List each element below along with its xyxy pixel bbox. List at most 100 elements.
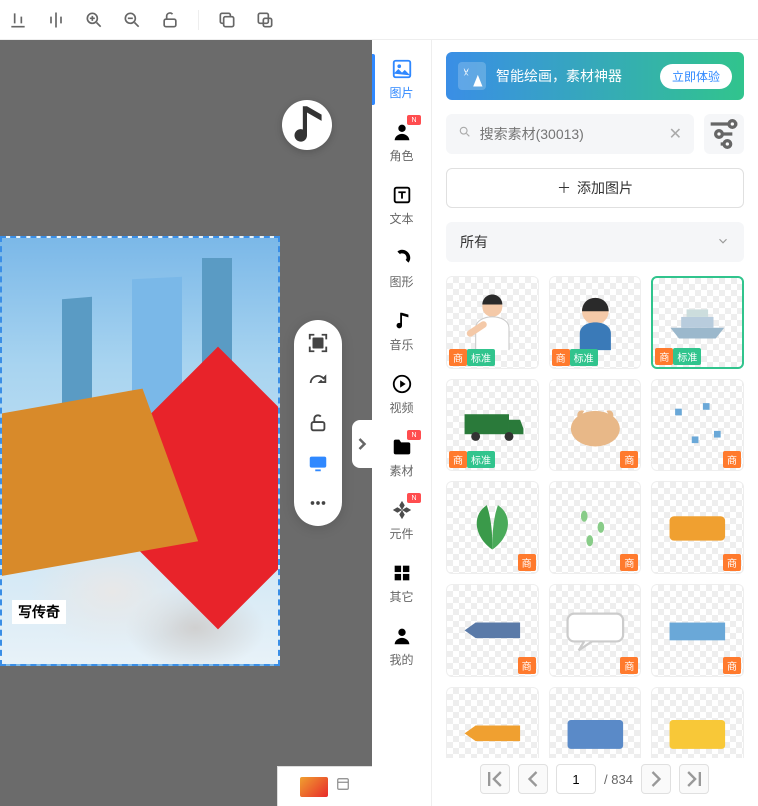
tag-com: 商 [620,451,638,468]
asset-panel: 智能绘画，素材神器 立即体验 ✕ ＋ 添加图片 所有 商标准商标准商标准商标准商… [432,40,758,806]
nav-item-person[interactable]: 角色N [372,111,431,174]
canvas-image[interactable]: 写传奇 [0,236,280,666]
asset-thumb-leaves [459,494,526,561]
asset-card[interactable]: 商标准 [446,276,539,369]
nav-label: 图片 [389,84,413,101]
prev-page-button[interactable] [518,764,548,794]
asset-card[interactable]: 商 [651,481,744,574]
nav-item-music[interactable]: 音乐 [372,300,431,363]
tag-row: 商 [723,554,741,571]
category-select[interactable]: 所有 [446,222,744,262]
nav-label: 图形 [389,273,413,290]
tag-row: 商 [518,554,536,571]
tag-row: 商 [723,451,741,468]
zoom-out-icon[interactable] [122,10,142,30]
panel-icon[interactable] [336,777,350,796]
search-box: ✕ [446,114,694,154]
nav-item-component[interactable]: 元件 N [372,489,431,552]
canvas-area[interactable]: 写传奇 [0,40,372,806]
bottom-thumbnail-bar [277,766,372,806]
asset-card[interactable]: 商 [549,379,642,472]
search-icon [458,125,472,144]
zoom-in-icon[interactable] [84,10,104,30]
filter-button[interactable] [704,114,744,154]
shape-icon [391,247,413,269]
image-icon [391,58,413,80]
pagination: / 834 [445,758,744,794]
lock-icon[interactable] [307,412,329,434]
tag-row: 商标准 [552,349,598,366]
asset-thumb-boy [562,289,629,356]
tag-row: 商 [620,451,638,468]
music-button[interactable] [282,100,332,150]
asset-card[interactable]: 商标准 [549,276,642,369]
asset-card[interactable]: 商 [549,481,642,574]
plus-icon: ＋ [557,178,571,198]
asset-card[interactable]: 商 [446,481,539,574]
copy-icon[interactable] [217,10,237,30]
tag-com: 商 [723,554,741,571]
display-icon[interactable] [307,452,329,474]
asset-thumb-dots [664,392,731,459]
tag-row: 商标准 [449,349,495,366]
nav-item-image[interactable]: 图片 [372,48,431,111]
add-label: 添加图片 [577,178,633,198]
asset-card[interactable]: 商 [549,584,642,677]
paste-icon[interactable] [255,10,275,30]
nav-item-shape[interactable]: 图形 [372,237,431,300]
nav-label: 其它 [389,588,413,605]
first-page-button[interactable] [480,764,510,794]
ai-banner: 智能绘画，素材神器 立即体验 [446,52,744,100]
badge: N [407,493,421,503]
fullscreen-icon[interactable] [307,332,329,354]
nav-item-folder[interactable]: 素材N [372,426,431,489]
banner-text: 智能绘画，素材神器 [496,66,650,86]
asset-thumb-rect-blue [562,700,629,767]
page-input[interactable] [556,764,596,794]
search-input[interactable] [480,126,661,142]
asset-thumb-arrow-orange [459,700,526,767]
add-image-button[interactable]: ＋ 添加图片 [446,168,744,208]
tag-std: 标准 [570,349,598,366]
last-page-button[interactable] [679,764,709,794]
tag-std: 标准 [467,349,495,366]
page-thumbnail[interactable] [300,777,328,797]
tag-com: 商 [620,554,638,571]
nav-label: 素材 [389,462,413,479]
nav-label: 元件 [389,525,413,542]
grid-icon [391,562,413,584]
page-total: / 834 [604,772,633,787]
tag-com: 商 [655,348,673,365]
asset-card[interactable]: 商 [651,379,744,472]
nav-item-user[interactable]: 我的 [372,615,431,678]
tag-com: 商 [620,657,638,674]
asset-thumb-doctor [459,289,526,356]
nav-item-video[interactable]: 视频 [372,363,431,426]
asset-thumb-truck [459,392,526,459]
next-page-button[interactable] [641,764,671,794]
align-center-v-icon[interactable] [46,10,66,30]
nav-item-grid[interactable]: 其它 [372,552,431,615]
rotate-icon[interactable] [307,372,329,394]
nav-label: 视频 [389,399,413,416]
more-icon[interactable] [307,492,329,514]
tag-std: 标准 [673,348,701,365]
nav-item-text[interactable]: 文本 [372,174,431,237]
asset-card[interactable]: 商标准 [651,276,744,369]
asset-card[interactable]: 商 [651,584,744,677]
align-bottom-icon[interactable] [8,10,28,30]
asset-card[interactable]: 商标准 [446,379,539,472]
tag-std: 标准 [467,451,495,468]
asset-thumb-speech [562,597,629,664]
banner-cta[interactable]: 立即体验 [660,64,732,89]
tag-row: 商 [723,657,741,674]
nav-label: 角色 [389,147,413,164]
asset-card[interactable]: 商 [446,584,539,677]
expand-tab[interactable] [352,420,372,468]
clear-icon[interactable]: ✕ [669,124,682,144]
asset-thumb-rect-yellow [664,700,731,767]
tag-com: 商 [449,349,467,366]
unlock-icon[interactable] [160,10,180,30]
asset-thumb-rect-orange [664,494,731,561]
music-icon [391,310,413,332]
